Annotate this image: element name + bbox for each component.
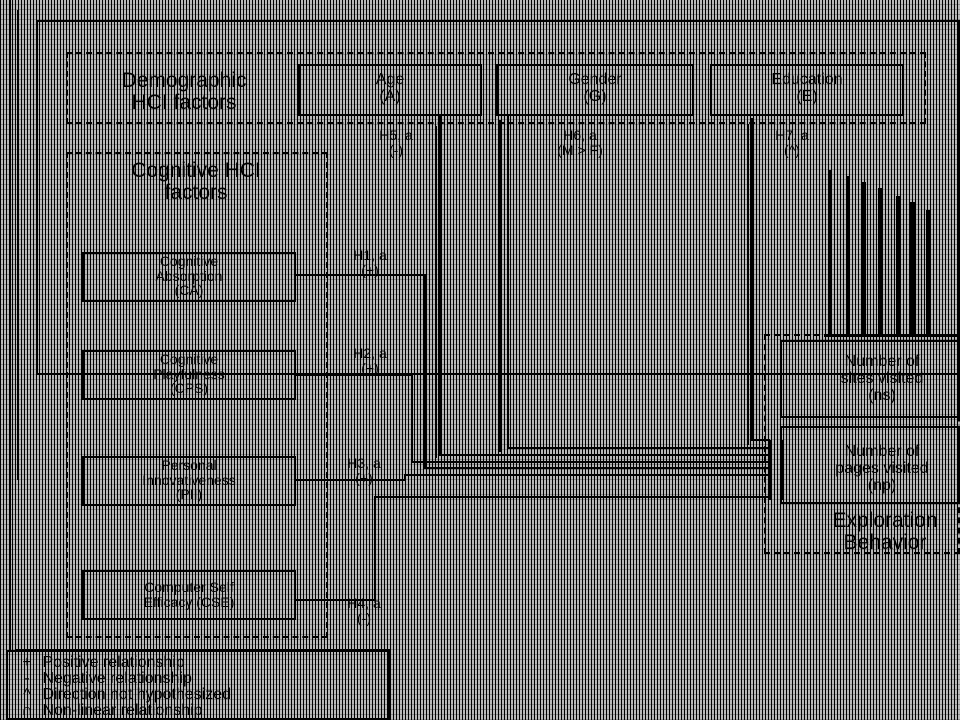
age-label: Age (A) [375,71,405,105]
hypothesis-h5-label: H5, a (-) [379,127,413,158]
demographic-title: Demographic HCI factors [121,69,247,115]
cps-label: Cognitive Playfulness (CPS) [153,351,225,397]
gender-label: Gender (G) [568,71,622,105]
legend-text: Negative relationship [42,670,192,687]
hypothesis-h4-label: H4, a (-) [347,595,381,626]
education-label: Education (E) [771,71,843,105]
legend-item-nonlinear: ∩ Non-linear relationship [16,702,203,720]
cognitive-title: Cognitive HCI factors [131,159,261,205]
ca-label: Cognitive Absorption (CA) [155,253,223,299]
legend-text: Positive relationship [42,654,185,671]
pii-label: Personal Innovativeness (PII) [142,457,236,503]
hypothesis-h2-label: H2, a (+) [353,345,387,376]
legend-text: Direction not hypothesized [42,686,232,703]
hypothesis-h6-label: H6, a (M > F) [557,127,603,158]
cse-label: Computer Self Efficacy (CSE) [143,579,235,610]
hypothesis-h1-label: H1, a (+) [353,247,387,278]
np-label: Number of pages visited (np) [835,443,929,494]
legend-symbol: ∩ [21,702,33,719]
legend-text: Non-linear relationship [42,702,203,719]
hypothesis-h7-label: H7, a (^) [775,127,809,158]
hypothesis-h3-label: H3, a (+) [347,455,381,486]
ns-label: Number of sites visited (ns) [840,353,924,404]
exploration-label: Exploration Behavior [832,509,938,555]
connector-h4 [296,496,770,601]
